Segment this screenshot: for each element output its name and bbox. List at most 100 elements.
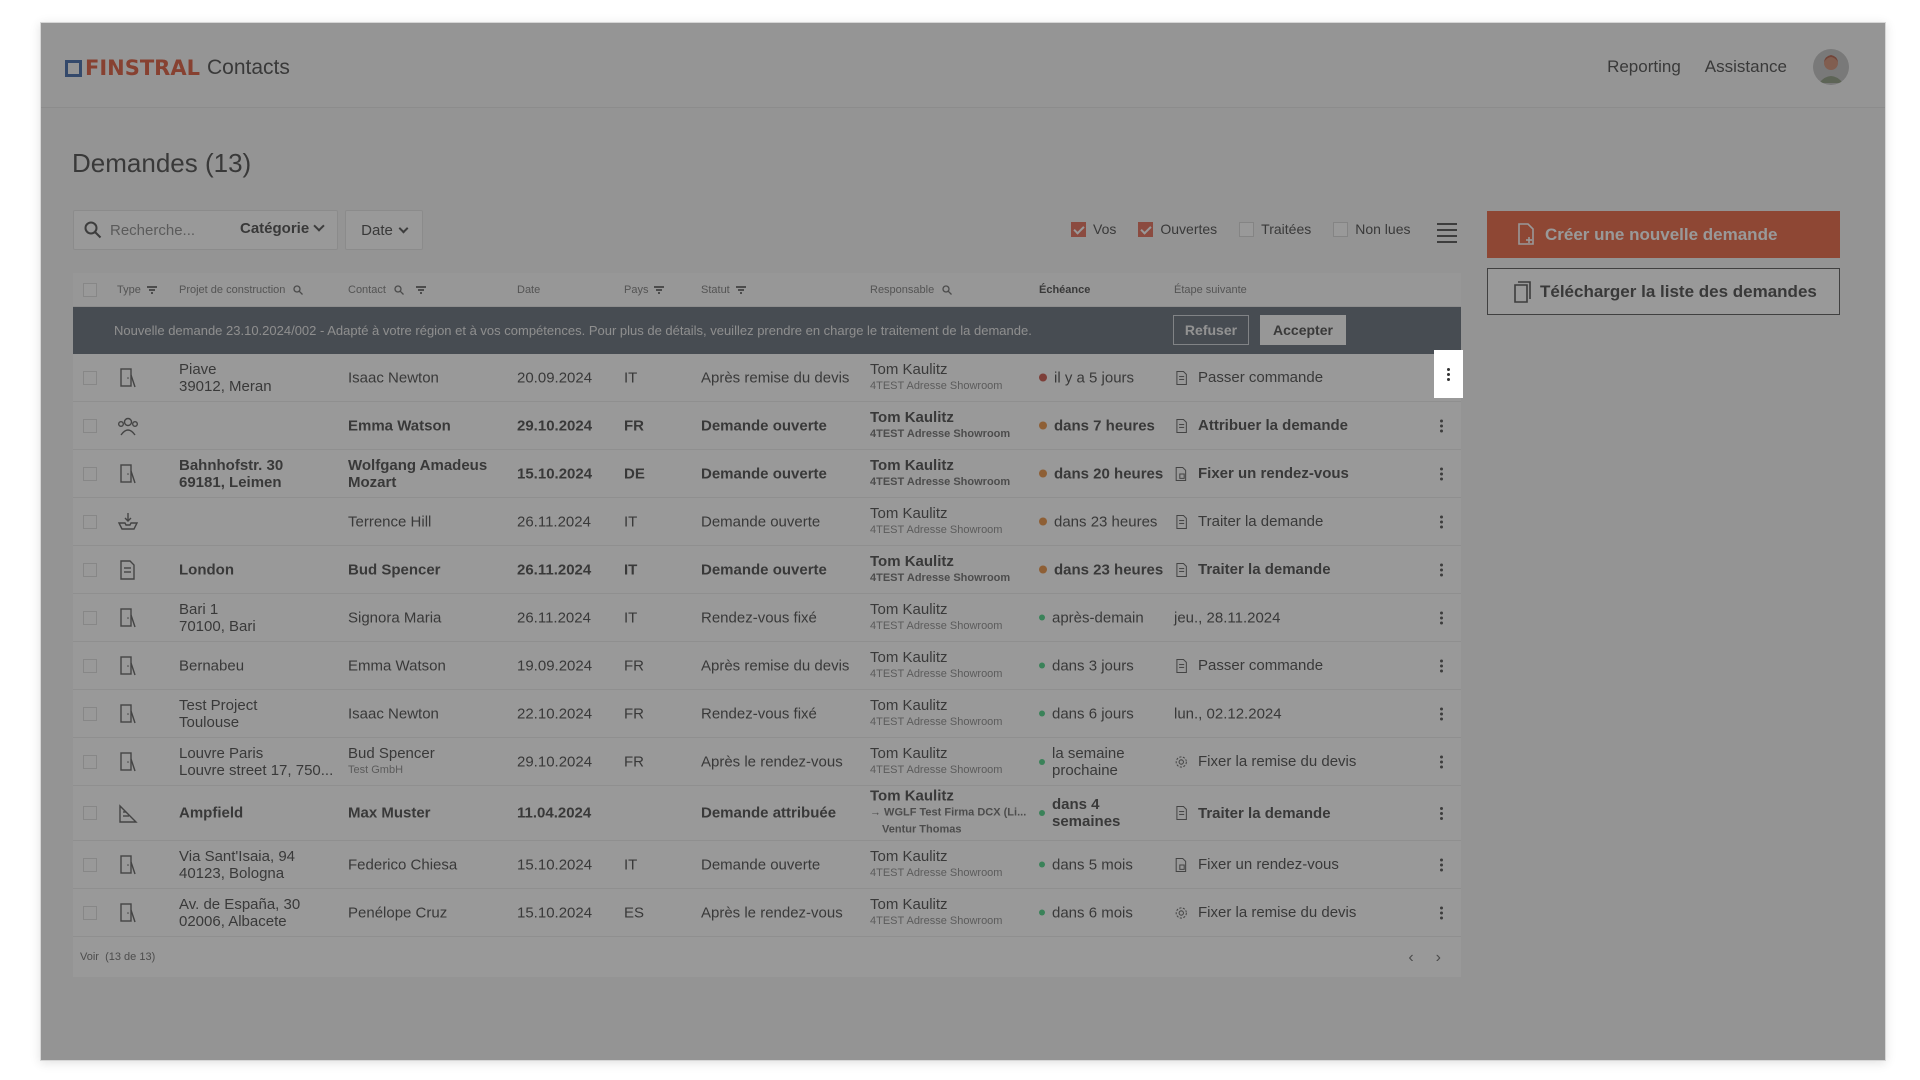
table-row[interactable]: Piave 39012, Meran Isaac Newton 20.09.202… [73,354,1461,402]
table-row[interactable]: Via Sant'Isaia, 94 40123, Bologna Federic… [73,841,1461,889]
row-actions-button[interactable] [1426,498,1456,545]
next-page-icon[interactable]: › [1436,949,1441,967]
filter-vos[interactable]: Vos [1071,221,1116,237]
table-row[interactable]: Bernabeu Emma Watson 19.09.2024 FR Après… [73,642,1461,690]
next-step-cell[interactable]: Fixer la remise du devis [1174,753,1356,771]
responsible-name: Tom Kaulitz [870,408,954,426]
next-step-text: Traiter la demande [1198,513,1324,530]
avatar[interactable] [1813,49,1849,85]
row-actions-button[interactable] [1426,546,1456,593]
select-all-checkbox[interactable] [83,283,97,297]
next-step-cell[interactable]: Fixer un rendez-vous [1174,856,1339,874]
row-actions-button[interactable] [1426,786,1456,840]
row-checkbox[interactable] [83,905,97,920]
row-actions-button-highlighted[interactable] [1434,350,1463,398]
responsible-cell: Tom Kaulitz 4TEST Adresse Showroom [870,601,1030,635]
row-actions-button[interactable] [1426,841,1456,888]
col-project[interactable]: Projet de construction [179,284,304,296]
table-row[interactable]: London Bud Spencer 26.11.2024 IT Demande… [73,546,1461,594]
download-list-button[interactable]: Télécharger la liste des demandes [1487,268,1840,315]
date-dropdown[interactable]: Date [345,210,423,250]
checkbox[interactable] [1239,221,1255,237]
next-step-cell[interactable]: lun., 02.12.2024 [1174,705,1282,722]
create-request-button[interactable]: Créer une nouvelle demande [1487,211,1840,258]
date-cell: 26.11.2024 [517,513,591,530]
next-step-cell[interactable]: Traiter la demande [1174,804,1331,822]
filter-traitees[interactable]: Traitées [1239,221,1311,237]
category-dropdown[interactable]: Catégorie [240,220,325,237]
table-row[interactable]: Terrence Hill 26.11.2024 IT Demande ouve… [73,498,1461,546]
nav-reporting[interactable]: Reporting [1607,57,1681,77]
table-row[interactable]: Emma Watson 29.10.2024 FR Demande ouvert… [73,402,1461,450]
row-checkbox[interactable] [83,706,97,721]
row-actions-button[interactable] [1426,450,1456,497]
row-checkbox[interactable] [83,514,97,529]
col-responsible[interactable]: Responsable [870,284,953,296]
status-cell: Demande ouverte [701,465,827,482]
brand-logo[interactable]: FINSTRAL Contacts [65,56,290,80]
top-bar: FINSTRAL Contacts Reporting Assistance [41,23,1885,108]
col-country[interactable]: Pays [624,284,665,296]
row-checkbox[interactable] [83,418,97,433]
next-step-cell[interactable]: Passer commande [1174,369,1323,387]
col-contact[interactable]: Contact [348,284,426,296]
row-checkbox[interactable] [83,370,97,385]
table-row[interactable]: Louvre Paris Louvre street 17, 750... Bud… [73,738,1461,786]
next-step-cell[interactable]: Traiter la demande [1174,513,1323,531]
project-cell: Via Sant'Isaia, 94 40123, Bologna [179,848,339,882]
row-checkbox[interactable] [83,562,97,577]
checkbox[interactable] [1333,221,1349,237]
row-checkbox[interactable] [83,658,97,673]
row-actions-button[interactable] [1426,642,1456,689]
table-row[interactable]: Av. de España, 30 02006, Albacete Penélop… [73,889,1461,937]
contact-name: Max Muster [348,804,431,822]
country-cell: FR [624,657,644,674]
next-step-cell[interactable]: Traiter la demande [1174,561,1331,579]
row-checkbox[interactable] [83,610,97,625]
col-next-step[interactable]: Étape suivante [1174,284,1247,296]
row-checkbox[interactable] [83,857,97,872]
col-type[interactable]: Type [117,284,157,296]
row-actions-button[interactable] [1426,594,1456,641]
contact-cell: Bud Spencer Test GmbH [348,745,508,779]
col-status[interactable]: Statut [701,284,746,296]
responsible-location: → WGLF Test Firma DCX (Li... [870,806,1027,819]
row-count: (13 de 13) [105,951,156,963]
page-title: Demandes (13) [72,148,252,178]
next-step-cell[interactable]: jeu., 28.11.2024 [1174,609,1280,626]
row-actions-button[interactable] [1426,402,1456,449]
row-checkbox[interactable] [83,806,97,820]
row-checkbox[interactable] [83,754,97,769]
table-row[interactable]: Ampfield Max Muster 11.04.2024 Demande a… [73,786,1461,841]
row-actions-button[interactable] [1426,889,1456,936]
checkbox[interactable] [1071,221,1086,237]
type-cell [117,902,139,924]
row-checkbox[interactable] [83,466,97,481]
next-step-cell[interactable]: Fixer la remise du devis [1174,904,1356,922]
prev-page-icon[interactable]: ‹ [1408,949,1413,967]
col-due[interactable]: Échéance [1039,284,1090,296]
next-step-cell[interactable]: Attribuer la demande [1174,417,1348,435]
filter-ouvertes[interactable]: Ouvertes [1138,221,1217,237]
nav-assistance[interactable]: Assistance [1705,57,1787,77]
project-line-1: Bernabeu [179,657,245,674]
filter-non-lues[interactable]: Non lues [1333,221,1411,237]
next-step-cell[interactable]: Passer commande [1174,657,1323,675]
row-actions-button[interactable] [1426,690,1456,737]
responsible-cell: Tom Kaulitz 4TEST Adresse Showroom [870,505,1030,539]
country-cell: DE [624,465,645,482]
accept-button[interactable]: Accepter [1260,315,1346,345]
refuse-button[interactable]: Refuser [1173,315,1249,345]
checkbox[interactable] [1138,221,1154,237]
table-row[interactable]: Bari 1 70100, Bari Signora Maria 26.11.20… [73,594,1461,642]
search-input[interactable] [110,219,220,241]
column-settings-icon[interactable] [1437,223,1457,243]
type-cell [117,415,139,437]
responsible-cell: Tom Kaulitz 4TEST Adresse Showroom [870,896,1030,930]
col-date[interactable]: Date [517,284,540,296]
next-step-cell[interactable]: Fixer un rendez-vous [1174,465,1349,483]
row-actions-button[interactable] [1426,738,1456,785]
table-row[interactable]: Test Project Toulouse Isaac Newton 22.10.… [73,690,1461,738]
responsible-cell: Tom Kaulitz → WGLF Test Firma DCX (Li... V… [870,788,1030,839]
table-row[interactable]: Bahnhofstr. 30 69181, Leimen Wolfgang Ama… [73,450,1461,498]
